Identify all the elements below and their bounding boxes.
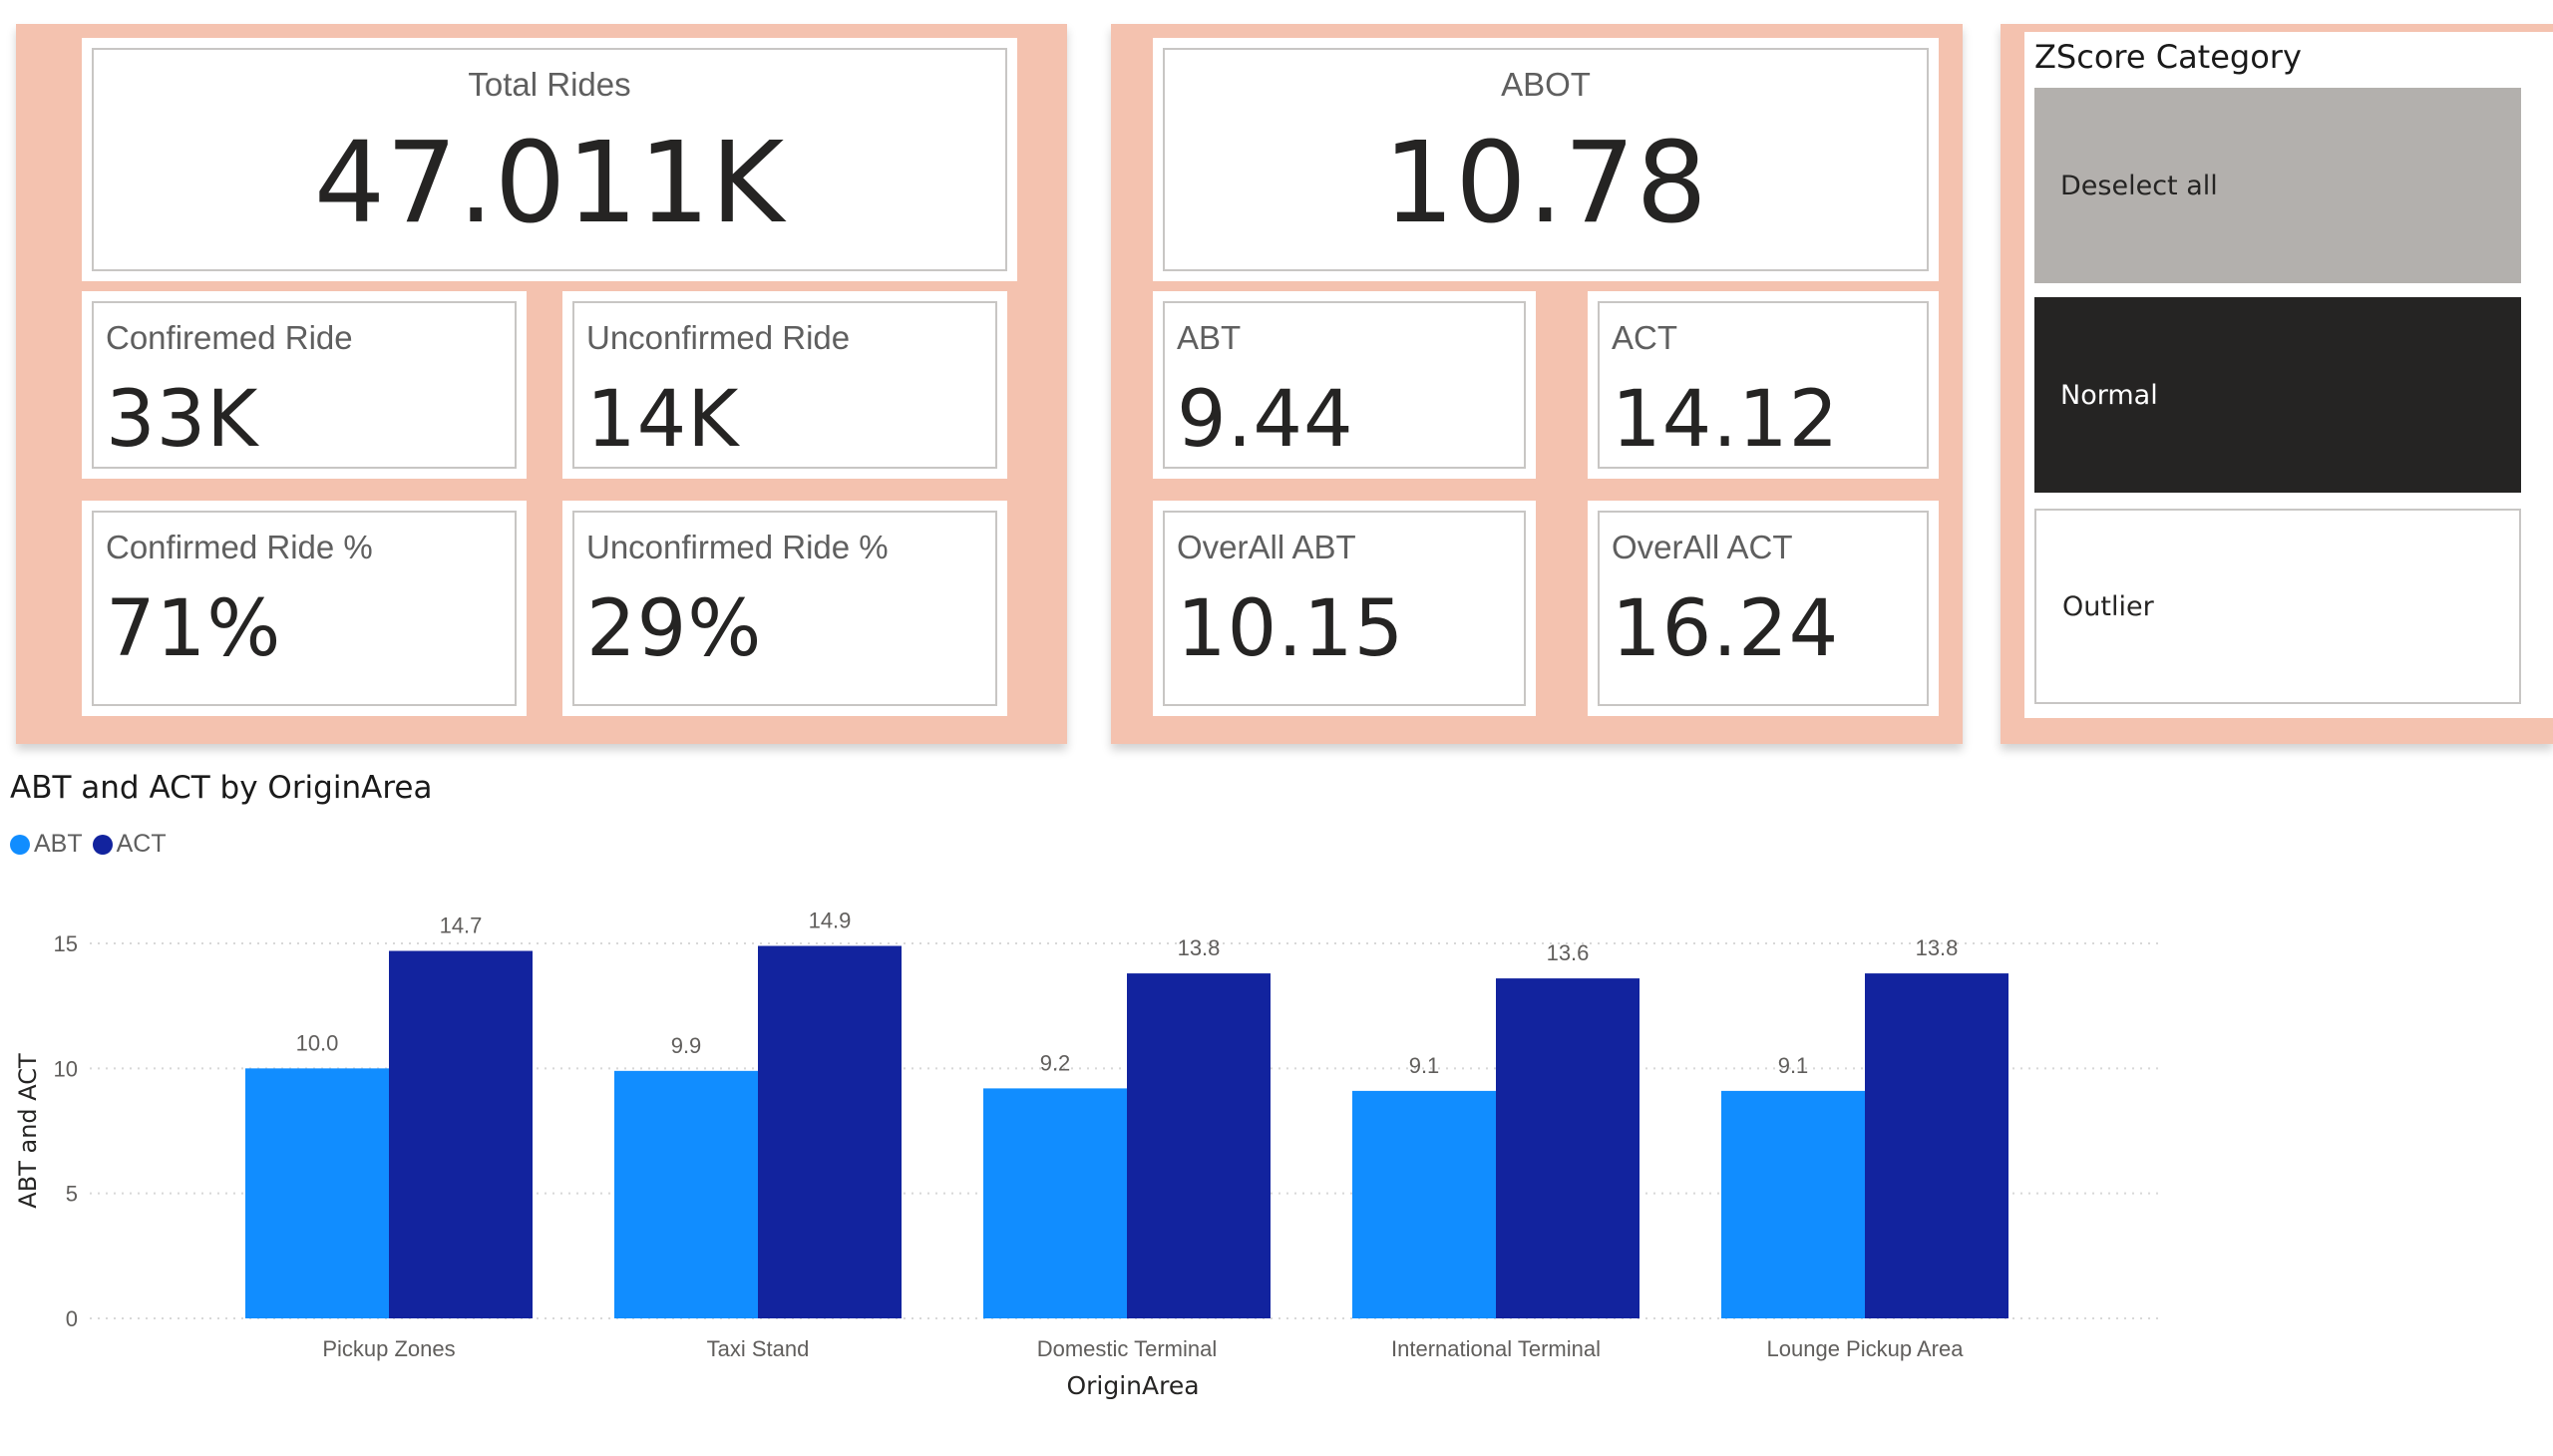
y-tick-label: 0 (66, 1306, 78, 1331)
bar-act (1865, 973, 2008, 1318)
legend-abt-dot (10, 834, 30, 855)
confirmed-ride-card: Confiremed Ride 33K (82, 291, 527, 479)
slicer-option-deselect-all[interactable]: Deselect all (2034, 88, 2521, 283)
times-kpi-panel: ABOT 10.78 ABT 9.44 ACT 14.12 OverAll AB… (1111, 24, 1963, 744)
slicer-option-label: Deselect all (2060, 170, 2218, 201)
unconfirmed-ride-label: Unconfirmed Ride (586, 319, 851, 356)
bar-chart: 0 5 10 15 ABT and ACT 10.0 14.7 Pickup Zones 9.9… (14, 909, 2164, 1400)
bar-abt (983, 1088, 1127, 1318)
abt-label: ABT (1177, 319, 1242, 356)
data-label: 9.9 (671, 1033, 702, 1058)
x-tick-label: Lounge Pickup Area (1767, 1336, 1965, 1361)
x-tick-label: Domestic Terminal (1037, 1336, 1218, 1361)
confirmed-ride-value: 33K (106, 375, 259, 465)
y-tick-label: 5 (66, 1182, 78, 1207)
abot-value: 10.78 (1383, 119, 1708, 248)
legend-item-act[interactable]: ACT (92, 830, 167, 859)
data-label: 13.8 (1916, 935, 1959, 960)
unconfirmed-ride-pct-label: Unconfirmed Ride % (586, 529, 889, 565)
total-rides-value: 47.011K (313, 119, 786, 248)
data-label: 13.8 (1178, 935, 1221, 960)
data-label: 9.1 (1778, 1053, 1809, 1078)
abot-card: ABOT 10.78 (1153, 38, 1939, 281)
overall-abt-label: OverAll ABT (1177, 529, 1356, 565)
unconfirmed-ride-card: Unconfirmed Ride 14K (562, 291, 1007, 479)
slicer-option-label: Normal (2060, 379, 2158, 411)
legend-abt-label: ABT (34, 830, 83, 858)
data-label: 9.1 (1409, 1053, 1440, 1078)
total-rides-label: Total Rides (468, 66, 631, 103)
data-label: 9.2 (1040, 1050, 1071, 1075)
data-label: 14.7 (440, 913, 483, 938)
data-label: 13.6 (1547, 940, 1590, 965)
bar-act (1127, 973, 1271, 1318)
x-tick-label: International Terminal (1391, 1336, 1601, 1361)
abot-label: ABOT (1501, 66, 1591, 103)
bar-act (758, 945, 902, 1318)
y-tick-label: 10 (54, 1056, 78, 1081)
slicer-option-normal[interactable]: Normal (2034, 297, 2521, 493)
x-tick-label: Taxi Stand (707, 1336, 810, 1361)
overall-act-value: 16.24 (1612, 584, 1840, 674)
overall-abt-card: OverAll ABT 10.15 (1153, 501, 1536, 716)
unconfirmed-ride-value: 14K (586, 375, 740, 465)
x-tick-label: Pickup Zones (322, 1336, 455, 1361)
unconfirmed-ride-pct-card: Unconfirmed Ride % 29% (562, 501, 1007, 716)
rides-kpi-panel: Total Rides 47.011K Confiremed Ride 33K … (16, 24, 1067, 744)
bar-abt (614, 1070, 758, 1318)
total-rides-card: Total Rides 47.011K (82, 38, 1017, 281)
bar-abt (1352, 1090, 1496, 1318)
confirmed-ride-pct-value: 71% (106, 584, 282, 674)
slicer-title: ZScore Category (2034, 38, 2302, 76)
bar-abt (1721, 1090, 1865, 1318)
confirmed-ride-label: Confiremed Ride (106, 319, 353, 356)
y-tick-label: 15 (54, 931, 78, 956)
confirmed-ride-pct-card: Confirmed Ride % 71% (82, 501, 527, 716)
bar-act (389, 950, 533, 1318)
y-axis-label: ABT and ACT (14, 1053, 42, 1209)
chart-legend: ABT ACT (10, 830, 177, 859)
act-label: ACT (1612, 319, 1677, 356)
legend-act-label: ACT (116, 830, 167, 858)
bar-act (1496, 978, 1640, 1318)
legend-act-dot (92, 834, 113, 855)
abt-card: ABT 9.44 (1153, 291, 1536, 479)
overall-act-card: OverAll ACT 16.24 (1588, 501, 1939, 716)
data-label: 10.0 (296, 1030, 339, 1055)
slicer-option-outlier[interactable]: Outlier (2034, 509, 2521, 704)
abt-value: 9.44 (1177, 375, 1354, 465)
chart-title: ABT and ACT by OriginArea (10, 770, 433, 806)
unconfirmed-ride-pct-value: 29% (586, 584, 763, 674)
overall-abt-value: 10.15 (1177, 584, 1405, 674)
act-value: 14.12 (1612, 375, 1840, 465)
data-label: 14.9 (809, 909, 852, 933)
legend-item-abt[interactable]: ABT (10, 830, 83, 859)
slicer-option-label: Outlier (2062, 590, 2154, 622)
x-axis-label: OriginArea (1066, 1371, 1199, 1400)
bar-abt (245, 1068, 389, 1318)
confirmed-ride-pct-label: Confirmed Ride % (106, 529, 373, 565)
overall-act-label: OverAll ACT (1612, 529, 1793, 565)
act-card: ACT 14.12 (1588, 291, 1939, 479)
